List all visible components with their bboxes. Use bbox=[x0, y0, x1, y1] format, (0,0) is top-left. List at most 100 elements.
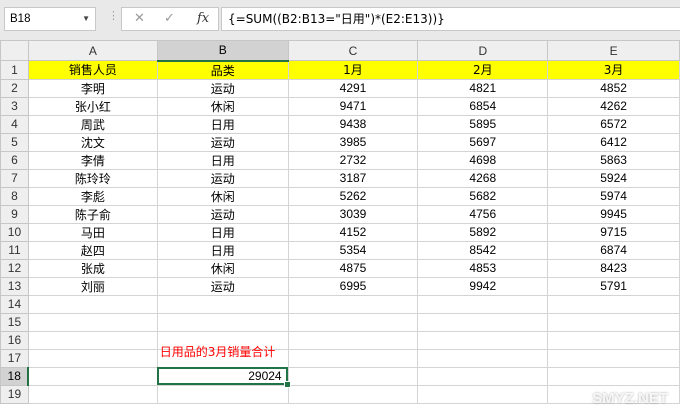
select-all-corner[interactable] bbox=[0, 40, 29, 61]
row-header[interactable]: 12 bbox=[0, 258, 29, 278]
cell[interactable]: 3039 bbox=[287, 204, 419, 224]
note-cell[interactable]: 日用品的3月销量合计 bbox=[156, 345, 289, 368]
cell[interactable]: 6874 bbox=[547, 240, 680, 260]
row-header[interactable]: 8 bbox=[0, 186, 29, 206]
cell[interactable]: 4262 bbox=[547, 96, 680, 116]
cell[interactable]: 8542 bbox=[417, 240, 549, 260]
cell[interactable]: 6572 bbox=[547, 114, 680, 134]
cell[interactable]: 9438 bbox=[287, 114, 419, 134]
cell[interactable]: 李彪 bbox=[27, 186, 158, 206]
cell[interactable] bbox=[287, 294, 419, 314]
cell[interactable]: 5863 bbox=[547, 150, 680, 170]
cell[interactable]: 9471 bbox=[287, 96, 419, 116]
cell[interactable]: 5924 bbox=[547, 168, 680, 188]
cell[interactable]: 3187 bbox=[287, 168, 419, 188]
fill-handle[interactable] bbox=[283, 380, 291, 388]
cell[interactable]: 4291 bbox=[287, 78, 419, 98]
cell[interactable]: 陈玲玲 bbox=[27, 168, 158, 188]
cell[interactable]: 运动 bbox=[156, 78, 289, 98]
cell[interactable]: 日用 bbox=[156, 150, 289, 170]
cell[interactable]: 马田 bbox=[27, 222, 158, 242]
cell[interactable]: 李倩 bbox=[27, 150, 158, 170]
cell[interactable] bbox=[547, 312, 680, 332]
cell[interactable]: 5895 bbox=[417, 114, 549, 134]
cell[interactable]: 9945 bbox=[547, 204, 680, 224]
row-header[interactable]: 4 bbox=[0, 114, 29, 134]
active-cell[interactable]: 29024 bbox=[156, 366, 291, 388]
cell[interactable]: 周武 bbox=[27, 114, 158, 134]
cell[interactable] bbox=[287, 312, 419, 332]
cell[interactable]: 9715 bbox=[547, 222, 680, 242]
row-header[interactable]: 7 bbox=[0, 168, 29, 188]
cell[interactable] bbox=[287, 348, 419, 368]
name-box[interactable]: B18 ▼ bbox=[4, 7, 96, 31]
header-cell[interactable]: 2月 bbox=[417, 60, 549, 80]
cell[interactable]: 休闲 bbox=[156, 96, 289, 116]
column-header-d[interactable]: D bbox=[417, 40, 549, 61]
header-cell[interactable]: 3月 bbox=[547, 60, 680, 80]
cell[interactable] bbox=[547, 366, 680, 386]
cell[interactable] bbox=[417, 294, 549, 314]
cell[interactable]: 5974 bbox=[547, 186, 680, 206]
cell[interactable] bbox=[417, 384, 549, 404]
cell[interactable]: 休闲 bbox=[156, 258, 289, 278]
formula-input[interactable]: {=SUM((B2:B13="日用")*(E2:E13))} bbox=[221, 7, 680, 31]
cell[interactable]: 4853 bbox=[417, 258, 549, 278]
cell[interactable]: 5892 bbox=[417, 222, 549, 242]
cell[interactable]: 4152 bbox=[287, 222, 419, 242]
row-header[interactable]: 17 bbox=[0, 348, 29, 368]
row-header[interactable]: 16 bbox=[0, 330, 29, 350]
column-header-e[interactable]: E bbox=[547, 40, 680, 61]
cell[interactable] bbox=[547, 330, 680, 350]
row-header[interactable]: 10 bbox=[0, 222, 29, 242]
cell[interactable] bbox=[417, 348, 549, 368]
cell[interactable]: 5354 bbox=[287, 240, 419, 260]
cancel-icon[interactable]: ✕ bbox=[134, 11, 145, 26]
cell[interactable]: 4821 bbox=[417, 78, 549, 98]
row-header[interactable]: 15 bbox=[0, 312, 29, 332]
column-header-a[interactable]: A bbox=[27, 40, 158, 61]
cell[interactable] bbox=[417, 366, 549, 386]
cell[interactable]: 张成 bbox=[27, 258, 158, 278]
row-header[interactable]: 19 bbox=[0, 384, 29, 404]
cell[interactable]: 运动 bbox=[156, 132, 289, 152]
cell[interactable]: 张小红 bbox=[27, 96, 158, 116]
cell[interactable] bbox=[156, 384, 289, 404]
cell[interactable]: 5682 bbox=[417, 186, 549, 206]
cell[interactable]: 日用 bbox=[156, 240, 289, 260]
column-header-c[interactable]: C bbox=[287, 40, 419, 61]
row-header[interactable]: 5 bbox=[0, 132, 29, 152]
cell[interactable]: 陈子俞 bbox=[27, 204, 158, 224]
cell[interactable] bbox=[27, 330, 158, 350]
cell[interactable] bbox=[27, 312, 158, 332]
cell[interactable]: 2732 bbox=[287, 150, 419, 170]
cell[interactable]: 4875 bbox=[287, 258, 419, 278]
cell[interactable]: 刘丽 bbox=[27, 276, 158, 296]
header-cell[interactable]: 销售人员 bbox=[27, 60, 158, 80]
cell[interactable] bbox=[287, 384, 419, 404]
header-cell[interactable]: 品类 bbox=[156, 60, 289, 80]
row-header[interactable]: 6 bbox=[0, 150, 29, 170]
row-header[interactable]: 18 bbox=[0, 366, 30, 386]
cell[interactable] bbox=[417, 330, 549, 350]
row-header[interactable]: 1 bbox=[0, 60, 29, 80]
cell[interactable] bbox=[27, 294, 158, 314]
cell[interactable]: 4698 bbox=[417, 150, 549, 170]
cell[interactable] bbox=[287, 366, 419, 386]
cell[interactable] bbox=[417, 312, 549, 332]
cell[interactable]: 9942 bbox=[417, 276, 549, 296]
cell[interactable] bbox=[27, 366, 158, 386]
cell[interactable]: 4852 bbox=[547, 78, 680, 98]
row-header[interactable]: 14 bbox=[0, 294, 29, 314]
cell[interactable]: 沈文 bbox=[27, 132, 158, 152]
cell[interactable]: 运动 bbox=[156, 168, 289, 188]
column-header-b[interactable]: B bbox=[156, 40, 289, 62]
cell[interactable]: 8423 bbox=[547, 258, 680, 278]
cell[interactable]: 李明 bbox=[27, 78, 158, 98]
cell[interactable] bbox=[27, 348, 158, 368]
row-header[interactable]: 9 bbox=[0, 204, 29, 224]
cell[interactable]: 运动 bbox=[156, 276, 289, 296]
cell[interactable]: 3985 bbox=[287, 132, 419, 152]
cell[interactable]: 日用 bbox=[156, 222, 289, 242]
enter-icon[interactable]: ✓ bbox=[164, 11, 175, 26]
